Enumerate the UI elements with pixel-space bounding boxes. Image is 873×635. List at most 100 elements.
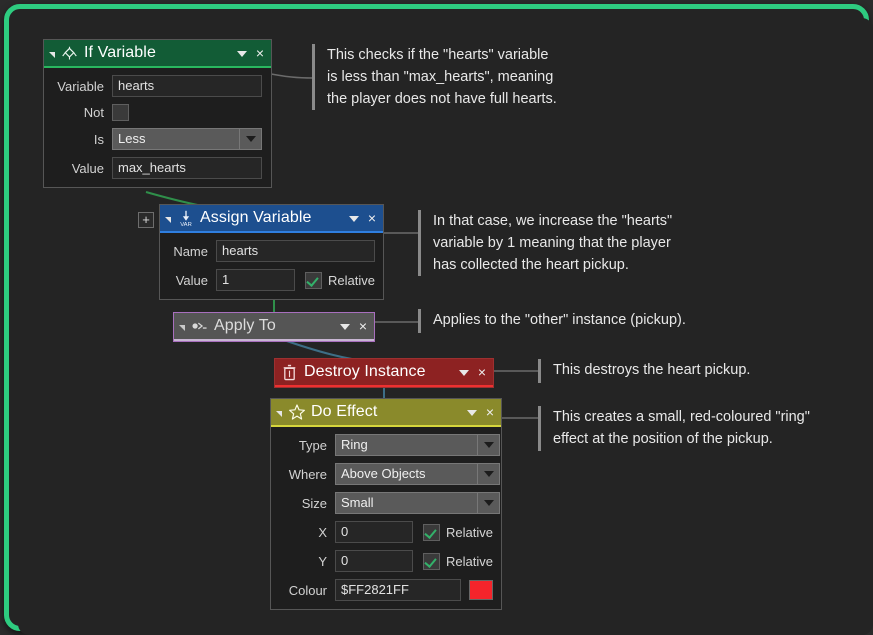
dropdown-is-arrow-icon[interactable] (240, 128, 262, 150)
collapse-triangle-icon[interactable] (165, 217, 171, 223)
dropdown-type[interactable]: Ring (335, 434, 500, 456)
block-assign-variable[interactable]: VAR Assign Variable × Name hearts Value (159, 204, 384, 300)
collapse-triangle-icon[interactable] (179, 325, 185, 331)
field-row-is: Is Less (52, 128, 263, 150)
input-assign-value[interactable]: 1 (216, 269, 296, 291)
input-x[interactable]: 0 (335, 521, 414, 543)
close-icon[interactable]: × (256, 46, 264, 60)
target-instance-icon (190, 317, 209, 336)
label-y: Y (318, 553, 327, 569)
block-body-if-variable: Variable hearts Not Is Less Value max_he… (44, 68, 271, 187)
block-header-destroy-instance[interactable]: Destroy Instance × (275, 359, 493, 385)
field-row-assign-value: Value 1 Relative (168, 269, 375, 291)
block-body-do-effect: Type Ring Where Above Objects Size Small… (271, 427, 501, 609)
block-title-if-variable: If Variable (84, 44, 156, 61)
dropdown-size[interactable]: Small (335, 492, 500, 514)
dropdown-is[interactable]: Less (112, 128, 262, 150)
annotation-do-effect: This creates a small, red-coloured "ring… (538, 406, 810, 451)
field-row-colour: Colour $FF2821FF (279, 579, 493, 601)
annotation-tick (418, 309, 421, 333)
block-header-do-effect[interactable]: Do Effect × (271, 399, 501, 425)
input-variable[interactable]: hearts (112, 75, 262, 97)
block-do-effect[interactable]: Do Effect × Type Ring Where Above Object… (270, 398, 502, 610)
checkbox-relative-x[interactable] (423, 523, 441, 541)
block-accent-apply-to (174, 339, 374, 341)
annotation-tick (538, 406, 541, 451)
screenshot-root: If Variable × Variable hearts Not Is Les… (0, 0, 873, 635)
collapse-triangle-icon[interactable] (49, 52, 55, 58)
field-row-x: X 0 Relative (279, 521, 493, 543)
field-row-where: Where Above Objects (279, 463, 500, 485)
svg-text:VAR: VAR (180, 222, 192, 227)
block-header-if-variable[interactable]: If Variable × (44, 40, 271, 66)
input-value[interactable]: max_hearts (112, 157, 262, 179)
annotation-text: Applies to the "other" instance (pickup)… (433, 312, 686, 328)
input-colour[interactable]: $FF2821FF (335, 579, 461, 601)
annotation-if-variable: This checks if the "hearts" variable is … (312, 44, 557, 110)
block-header-apply-to[interactable]: Apply To × (174, 313, 374, 339)
label-colour: Colour (288, 582, 327, 598)
checkbox-relative-value[interactable] (305, 271, 323, 289)
chevron-down-icon[interactable] (466, 410, 477, 416)
field-row-name: Name hearts (168, 240, 375, 262)
field-row-not: Not (52, 104, 263, 121)
dropdown-where[interactable]: Above Objects (335, 463, 500, 485)
checkbox-relative-y[interactable] (423, 552, 441, 570)
block-accent-destroy-instance (275, 385, 493, 387)
input-y[interactable]: 0 (335, 550, 414, 572)
add-branch-button[interactable]: + (138, 212, 154, 228)
collapse-triangle-icon[interactable] (276, 411, 282, 417)
label-size: Size (301, 495, 327, 511)
field-row-y: Y 0 Relative (279, 550, 493, 572)
label-relative-x: Relative (446, 524, 493, 540)
label-type: Type (298, 437, 327, 453)
dropdown-size-arrow-icon[interactable] (478, 492, 500, 514)
annotation-tick (538, 359, 541, 383)
leader-if-annotation (265, 72, 314, 79)
block-destroy-instance[interactable]: Destroy Instance × (274, 358, 494, 388)
block-if-variable[interactable]: If Variable × Variable hearts Not Is Les… (43, 39, 272, 188)
annotation-assign-variable: In that case, we increase the "hearts" v… (418, 210, 672, 276)
star-icon (287, 403, 306, 422)
block-body-assign-variable: Name hearts Value 1 Relative (160, 233, 383, 299)
block-header-assign-variable[interactable]: VAR Assign Variable × (160, 205, 383, 231)
chevron-down-icon[interactable] (339, 324, 350, 330)
label-value: Value (71, 160, 104, 176)
annotation-text: This creates a small, red-coloured "ring… (553, 409, 810, 447)
close-icon[interactable]: × (486, 405, 494, 419)
label-relative-value: Relative (328, 272, 375, 288)
field-row-size: Size Small (279, 492, 500, 514)
dropdown-where-arrow-icon[interactable] (478, 463, 500, 485)
label-is: Is (93, 131, 104, 147)
visual-script-canvas[interactable]: If Variable × Variable hearts Not Is Les… (18, 18, 873, 635)
dropdown-type-arrow-icon[interactable] (478, 434, 500, 456)
annotation-destroy-instance: This destroys the heart pickup. (538, 359, 750, 383)
field-row-type: Type Ring (279, 434, 500, 456)
annotation-text: This checks if the "hearts" variable is … (327, 47, 557, 107)
chevron-down-icon[interactable] (458, 370, 469, 376)
field-row-value: Value max_hearts (52, 157, 263, 179)
close-icon[interactable]: × (368, 211, 376, 225)
close-icon[interactable]: × (359, 319, 367, 333)
block-title-apply-to: Apply To (214, 317, 276, 334)
block-title-destroy-instance: Destroy Instance (304, 363, 426, 380)
workspace-selection-frame: If Variable × Variable hearts Not Is Les… (4, 4, 873, 635)
input-name[interactable]: hearts (216, 240, 375, 262)
dropdown-type-value: Ring (335, 434, 478, 456)
label-name: Name (173, 243, 208, 259)
chevron-down-icon[interactable] (348, 216, 359, 222)
chevron-down-icon[interactable] (236, 51, 247, 57)
label-where: Where (288, 466, 327, 482)
close-icon[interactable]: × (478, 365, 486, 379)
block-apply-to[interactable]: Apply To × (173, 312, 375, 342)
dropdown-size-value: Small (335, 492, 478, 514)
colour-swatch[interactable] (469, 580, 493, 600)
label-not: Not (83, 105, 104, 120)
branch-diamond-icon (60, 44, 79, 63)
annotation-tick (418, 210, 421, 276)
annotation-tick (312, 44, 315, 110)
label-x: X (318, 524, 327, 540)
dropdown-is-value: Less (112, 128, 240, 150)
checkbox-not[interactable] (112, 104, 129, 121)
label-variable: Variable (57, 78, 104, 94)
